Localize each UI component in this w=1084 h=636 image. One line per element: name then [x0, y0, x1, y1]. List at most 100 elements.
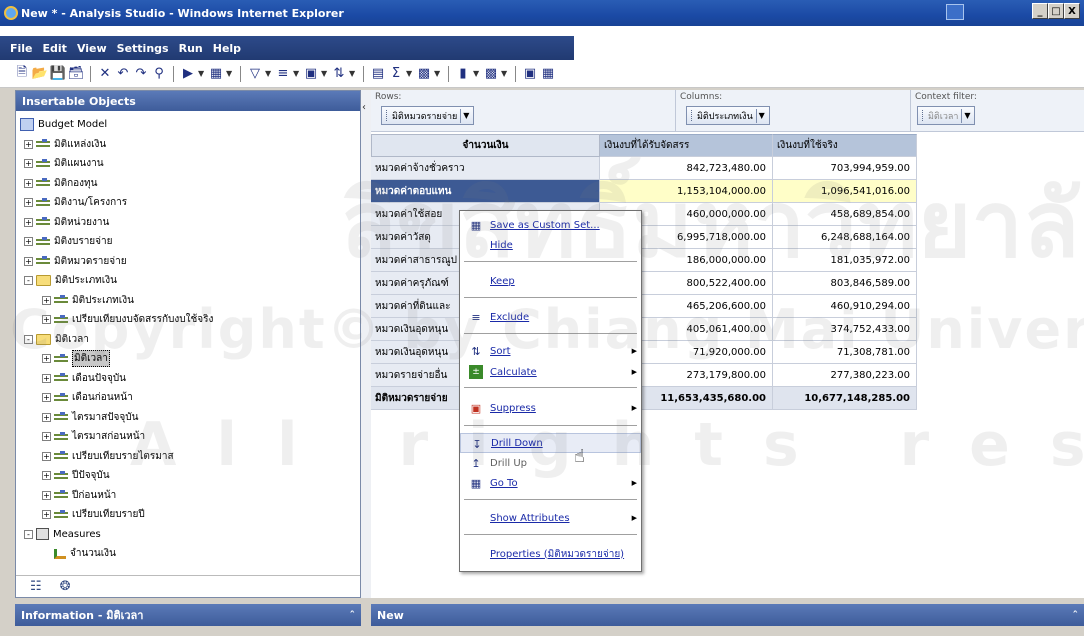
window-title-bar[interactable]: New * - Analysis Studio - Windows Intern…: [0, 0, 1084, 26]
redo-icon[interactable]: ↷: [133, 66, 149, 82]
value-cell[interactable]: 71,308,781.00: [773, 341, 917, 364]
open-icon[interactable]: 📂: [32, 66, 48, 82]
undo-icon[interactable]: ↶: [115, 66, 131, 82]
rows-chip[interactable]: มิติหมวดรายจ่าย ▼: [381, 106, 475, 125]
menu-item-go-to[interactable]: ▦ Go To ▶: [460, 473, 641, 493]
menu-help[interactable]: Help: [213, 42, 241, 55]
menu-item-calculate[interactable]: ± Calculate ▶: [460, 362, 641, 382]
tree-item[interactable]: + ปีปัจจุบัน: [20, 466, 360, 486]
chevron-down-icon[interactable]: ▼: [198, 69, 206, 78]
panel-splitter[interactable]: ‹: [361, 90, 371, 598]
sort-az-icon[interactable]: ⇅: [331, 66, 347, 82]
expand-icon[interactable]: +: [24, 178, 33, 188]
expand-icon[interactable]: +: [42, 471, 51, 481]
expand-icon[interactable]: +: [24, 256, 33, 266]
crosstab-corner[interactable]: จำนวนเงิน: [371, 134, 600, 157]
maximize-button[interactable]: □: [1048, 3, 1064, 19]
menu-item-drill-down[interactable]: ↧ Drill Down: [460, 433, 641, 453]
rows-dropzone[interactable]: Rows: มิติหมวดรายจ่าย ▼: [371, 90, 676, 132]
cube-tab-icon[interactable]: ❂: [60, 579, 71, 594]
tree-item[interactable]: - Measures: [20, 525, 360, 545]
columns-chip[interactable]: มิติประเภทเงิน ▼: [686, 106, 770, 125]
column-header[interactable]: เงินงบที่ใช้จริง: [773, 134, 917, 157]
value-cell[interactable]: 458,689,854.00: [773, 203, 917, 226]
chevron-down-icon[interactable]: ▼: [961, 108, 972, 123]
tree-item[interactable]: + เดือนก่อนหน้า: [20, 388, 360, 408]
close-button[interactable]: X: [1064, 3, 1080, 19]
layout-icon[interactable]: ▦: [540, 66, 556, 82]
chevron-down-icon[interactable]: ▼: [349, 69, 357, 78]
expand-icon[interactable]: +: [24, 139, 33, 149]
save-as-icon[interactable]: 🗃: [68, 66, 85, 82]
value-cell[interactable]: 10,677,148,285.00: [773, 387, 917, 410]
tree-item[interactable]: + เดือนปัจจุบัน: [20, 369, 360, 389]
chevron-down-icon[interactable]: ▼: [265, 69, 273, 78]
chart-toggle-icon[interactable]: ▤: [370, 66, 386, 82]
expand-icon[interactable]: +: [24, 198, 33, 208]
chevron-down-icon[interactable]: ▼: [755, 108, 767, 123]
collapse-icon[interactable]: -: [24, 529, 33, 539]
information-bar[interactable]: Information - มิติเวลา ˆ: [15, 604, 361, 626]
source-tab-icon[interactable]: ☷: [30, 579, 42, 594]
menu-item-hide[interactable]: Hide: [460, 235, 641, 255]
tree-item[interactable]: + มิติเวลา: [20, 349, 360, 369]
expand-icon[interactable]: +: [42, 451, 51, 461]
chevron-up-icon[interactable]: ˆ: [1073, 609, 1079, 622]
suppress-icon[interactable]: ▣: [303, 66, 319, 82]
sort-icon[interactable]: ≡: [275, 66, 291, 82]
menu-item-suppress[interactable]: ▣ Suppress ▶: [460, 398, 641, 418]
chevron-down-icon[interactable]: ▼: [293, 69, 301, 78]
expand-icon[interactable]: +: [42, 510, 51, 520]
menu-view[interactable]: View: [77, 42, 107, 55]
menu-item-show-attributes[interactable]: Show Attributes ▶: [460, 508, 641, 528]
tree-item[interactable]: + มิติกองทุน: [20, 174, 360, 194]
run-icon[interactable]: ▶: [180, 66, 196, 82]
column-header[interactable]: เงินงบที่ได้รับจัดสรร: [600, 134, 773, 157]
chevron-up-icon[interactable]: ˆ: [350, 609, 356, 622]
expand-icon[interactable]: +: [42, 412, 51, 422]
expand-icon[interactable]: +: [42, 373, 51, 383]
chevron-down-icon[interactable]: ▼: [473, 69, 481, 78]
expand-icon[interactable]: +: [42, 393, 51, 403]
tree-item[interactable]: + มิติหน่วยงาน: [20, 213, 360, 233]
collapse-icon[interactable]: -: [24, 334, 33, 344]
value-cell[interactable]: 181,035,972.00: [773, 249, 917, 272]
chevron-down-icon[interactable]: ▼: [460, 108, 471, 123]
menu-item-keep[interactable]: Keep: [460, 271, 641, 291]
insert-icon[interactable]: ▦: [208, 66, 224, 82]
expand-icon[interactable]: +: [42, 354, 51, 364]
context-filter-chip[interactable]: มิติเวลา ▼: [917, 106, 976, 125]
calc-icon[interactable]: ▩: [416, 66, 432, 82]
chevron-down-icon[interactable]: ▼: [434, 69, 442, 78]
expand-icon[interactable]: +: [42, 315, 51, 325]
value-cell[interactable]: 842,723,480.00: [600, 157, 773, 180]
expand-icon[interactable]: +: [42, 295, 51, 305]
menu-item-sort[interactable]: ⇅ Sort ▶: [460, 341, 641, 361]
menu-file[interactable]: File: [10, 42, 33, 55]
new-icon[interactable]: 🗎: [14, 65, 30, 82]
tree-item[interactable]: + มิติแหล่งเงิน: [20, 135, 360, 155]
bar-chart-icon[interactable]: ▮: [455, 66, 471, 82]
minimize-button[interactable]: _: [1032, 3, 1048, 19]
tree-item[interactable]: จำนวนเงิน: [20, 544, 360, 564]
chevron-down-icon[interactable]: ▼: [501, 69, 509, 78]
menu-edit[interactable]: Edit: [43, 42, 67, 55]
tree-item[interactable]: + เปรียบเทียบรายไตรมาส: [20, 447, 360, 467]
collapse-left-icon[interactable]: ‹: [362, 102, 366, 113]
tree-root[interactable]: Budget Model: [20, 115, 360, 135]
menu-item-drill-up[interactable]: ↥ Drill Up: [460, 453, 641, 473]
value-cell[interactable]: 703,994,959.00: [773, 157, 917, 180]
value-cell[interactable]: 460,910,294.00: [773, 295, 917, 318]
tree-item[interactable]: + ปีก่อนหน้า: [20, 486, 360, 506]
new-report-bar[interactable]: New ˆ: [371, 604, 1084, 626]
delete-icon[interactable]: ✕: [97, 66, 113, 82]
tree-item[interactable]: - มิติประเภทเงิน: [20, 271, 360, 291]
value-cell[interactable]: 374,752,433.00: [773, 318, 917, 341]
value-cell[interactable]: 6,248,688,164.00: [773, 226, 917, 249]
chart-type-icon[interactable]: ▩: [483, 66, 499, 82]
value-cell[interactable]: 803,846,589.00: [773, 272, 917, 295]
sum-icon[interactable]: Σ: [388, 66, 404, 82]
value-cell[interactable]: 1,153,104,000.00: [600, 180, 773, 203]
tree-item[interactable]: + มิติหมวดรายจ่าย: [20, 252, 360, 272]
collapse-icon[interactable]: -: [24, 276, 33, 286]
